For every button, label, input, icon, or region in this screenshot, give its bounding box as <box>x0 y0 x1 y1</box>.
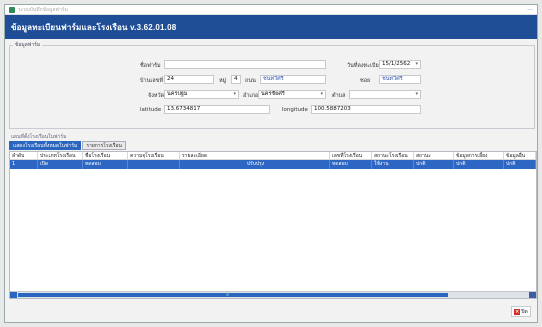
table-row[interactable]: 1 เปิด ทดสอบ ปรับปรุง ทดสอบ ใช้งาน ปกติ … <box>10 160 536 169</box>
district-label: อำเภอ <box>243 93 259 99</box>
window-title: ระบบบันทึกข้อมูลฟาร์ม <box>18 6 68 13</box>
longitude-label: longitude <box>282 107 308 113</box>
tab-bar: แสดงโรงเรือนทั้งหมดในฟาร์ม รายการโรงเรือ… <box>9 141 126 150</box>
farm-info-group-label: ข้อมูลฟาร์ม <box>13 41 43 49</box>
province-select[interactable]: นครปฐม <box>164 90 239 99</box>
road-label: ถนน <box>245 78 256 84</box>
column-header[interactable]: สถานะ <box>414 152 454 159</box>
moo-field[interactable]: 4 <box>231 75 241 84</box>
minimize-button[interactable]: — <box>527 6 533 13</box>
column-header[interactable]: ชื่อโรงเรือน <box>83 152 128 159</box>
column-header[interactable]: ข้อมูลการเลี้ยง <box>454 152 504 159</box>
horizontal-scrollbar[interactable] <box>10 291 536 298</box>
scrollbar-thumb[interactable] <box>18 291 448 297</box>
moo-label: หมู่ <box>219 78 227 84</box>
column-header[interactable]: ประเภทโรงเรือน <box>38 152 83 159</box>
close-icon: × <box>514 308 521 315</box>
latitude-label: latitude <box>140 107 162 113</box>
house-grid: ลำดับ ประเภทโรงเรือน ชื่อโรงเรือน ความจุ… <box>9 151 537 299</box>
scroll-right-button[interactable] <box>529 292 536 298</box>
reg-date-label: วันที่ลงทะเบียน <box>347 63 383 69</box>
table-cell: ใช้งาน <box>372 160 414 169</box>
house-no-label: บ้านเลขที่ <box>140 78 163 84</box>
page-header: ข้อมูลทะเบียนฟาร์มและโรงเรือน v.3.62.01.… <box>5 15 537 39</box>
farm-name-field[interactable] <box>164 60 326 69</box>
table-cell: ปกติ <box>504 160 536 169</box>
province-label: จังหวัด <box>148 93 165 99</box>
column-header[interactable]: รายละเอียด <box>180 152 330 159</box>
tab-all-houses[interactable]: แสดงโรงเรือนทั้งหมดในฟาร์ม <box>9 141 82 150</box>
close-button[interactable]: × ปิด <box>511 306 531 317</box>
column-header[interactable]: ข้อมูลอื่น <box>504 152 536 159</box>
grid-header: ลำดับ ประเภทโรงเรือน ชื่อโรงเรือน ความจุ… <box>10 152 536 160</box>
close-button-label: ปิด <box>521 308 528 315</box>
column-header[interactable]: เลขที่โรงเรือน <box>330 152 372 159</box>
table-cell: ปรับปรุง <box>180 160 330 169</box>
house-no-field[interactable]: 24 <box>164 75 214 84</box>
soi-label: ซอย <box>360 78 371 84</box>
table-cell: ทดสอบ <box>83 160 128 169</box>
subdistrict-label: ตำบล <box>332 93 346 99</box>
scroll-left-button[interactable] <box>10 292 17 298</box>
farm-info-group <box>9 45 535 129</box>
farm-name-label: ชื่อฟาร์ม <box>140 63 161 69</box>
map-section-label: แผนที่ตั้งโรงเรือนในฟาร์ม <box>11 134 67 140</box>
longitude-field[interactable]: 100.5887203 <box>311 105 421 114</box>
title-bar: ระบบบันทึกข้อมูลฟาร์ม — <box>5 5 537 15</box>
table-cell: เปิด <box>38 160 83 169</box>
column-header[interactable]: ลำดับ <box>10 152 38 159</box>
table-cell: 1 <box>10 160 38 169</box>
subdistrict-select[interactable] <box>349 90 421 99</box>
reg-date-picker[interactable]: 15/1/2562 <box>379 60 421 69</box>
table-cell <box>128 160 180 169</box>
soi-field[interactable]: ชนทวีศรี <box>379 75 421 84</box>
page-title: ข้อมูลทะเบียนฟาร์มและโรงเรือน v.3.62.01.… <box>11 22 177 32</box>
main-window: ระบบบันทึกข้อมูลฟาร์ม — ข้อมูลทะเบียนฟาร… <box>4 4 538 323</box>
column-header[interactable]: ความจุโรงเรือน <box>128 152 180 159</box>
table-cell: ปกติ <box>454 160 504 169</box>
latitude-field[interactable]: 13.6734817 <box>164 105 270 114</box>
table-cell: ทดสอบ <box>330 160 372 169</box>
district-select[interactable]: นครชัยศรี <box>258 90 326 99</box>
table-cell: ปกติ <box>414 160 454 169</box>
app-icon <box>9 6 15 13</box>
column-header[interactable]: สถานะโรงเรือน <box>372 152 414 159</box>
tab-house-list[interactable]: รายการโรงเรือน <box>82 141 126 150</box>
road-field[interactable]: ชนทวีศรี <box>260 75 326 84</box>
